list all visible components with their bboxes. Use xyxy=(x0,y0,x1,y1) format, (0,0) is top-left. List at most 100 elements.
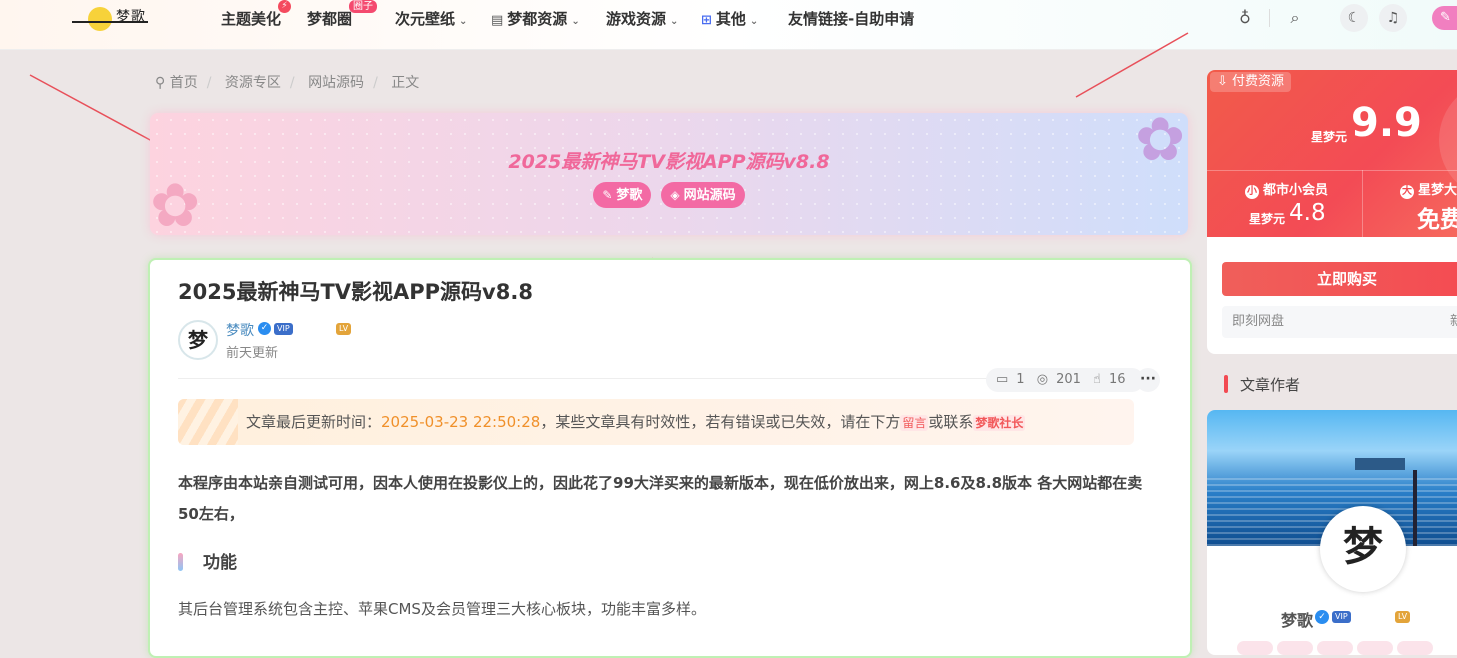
pay-header: ⇩ 付费资源 星梦元 9.9 小都市小会员 星梦元 4.8 大星梦大会员 免费 xyxy=(1207,70,1457,237)
disk-label: 即刻网盘 xyxy=(1232,314,1285,329)
vip2-label-text: 星梦大会员 xyxy=(1418,183,1457,198)
hero-tag-author[interactable]: ✎ 梦歌 xyxy=(593,182,652,208)
section-heading-text: 功能 xyxy=(203,553,237,573)
pay-card: ⇩ 付费资源 星梦元 9.9 小都市小会员 星梦元 4.8 大星梦大会员 免费 … xyxy=(1207,70,1457,354)
article-card: 2025最新神马TV影视APP源码v8.8 梦 梦歌 ✓ VIP LV 前天更新… xyxy=(148,258,1192,658)
price-unit: 星梦元 xyxy=(1311,130,1348,144)
update-notice: 文章最后更新时间：2025-03-23 22:50:28，某些文章具有时效性，若… xyxy=(178,399,1134,445)
nav-separator xyxy=(1269,9,1270,27)
article-stats: ▭ 1 ◎ 201 ☝ 16 xyxy=(986,368,1144,392)
search-icon[interactable]: ⌕ xyxy=(1285,8,1305,28)
hero-tag-label: 梦歌 xyxy=(616,188,643,203)
divider xyxy=(1207,170,1457,171)
nav-item-games[interactable]: 游戏资源 ⌄ xyxy=(606,8,678,29)
author-name[interactable]: 梦歌 xyxy=(1281,607,1313,631)
logo-text: 梦歌 xyxy=(116,9,146,25)
author-tags xyxy=(1237,640,1457,655)
vip2-price: 免费 xyxy=(1417,207,1457,233)
bell-icon[interactable]: ♫ xyxy=(1379,4,1407,32)
download-icon: ⇩ xyxy=(1217,74,1233,89)
nav-item-links[interactable]: 友情链接-自助申请 xyxy=(788,8,914,29)
medal-badge: LV xyxy=(336,323,352,335)
chevron-down-icon: ⌄ xyxy=(670,16,679,27)
vip1-unit: 星梦元 xyxy=(1249,212,1286,226)
site-logo[interactable]: 梦歌 xyxy=(72,3,152,35)
author-tag xyxy=(1357,641,1393,655)
comment-icon[interactable]: ▭ xyxy=(996,372,1008,387)
top-nav: 梦歌 主题美化 ⚡ 梦都圈 圈子 次元壁纸 ⌄ ▤ 梦都资源 ⌄ 游戏资源 ⌄ ⊞ 其他 ⌄… xyxy=(0,0,1457,50)
contact-link[interactable]: 梦歌社长 xyxy=(973,414,1026,431)
breadcrumb-sep: / xyxy=(206,75,212,91)
hero-tag-label: 网站源码 xyxy=(683,188,736,203)
breadcrumb: ⚲ 首页 / 资源专区 / 网站源码 / 正文 xyxy=(155,72,419,92)
article-paragraph: 本程序由本站亲自测试可用，因本人使用在投影仪上的，因此花了99大洋买来的最新版本… xyxy=(178,474,1143,523)
author-section-heading-text: 文章作者 xyxy=(1240,376,1301,394)
breadcrumb-zone[interactable]: 资源专区 xyxy=(225,75,281,91)
location-icon: ⚲ xyxy=(155,75,166,91)
breadcrumb-sep: / xyxy=(373,75,378,91)
comment-count: 1 xyxy=(1016,372,1025,387)
disk-row[interactable]: 即刻网盘 新 xyxy=(1222,306,1457,338)
more-icon[interactable]: ··· xyxy=(1136,368,1160,392)
note-icon: ✎ xyxy=(602,188,613,202)
nav-item-label: 游戏资源 xyxy=(606,10,667,28)
article-title: 2025最新神马TV影视APP源码v8.8 xyxy=(178,280,533,304)
logo-disc xyxy=(88,7,112,31)
hero-title: 2025最新神马TV影视APP源码v8.8 xyxy=(508,151,830,173)
disk-right-label: 新 xyxy=(1450,314,1457,329)
cover-sign xyxy=(1355,458,1405,470)
hero-tag-category[interactable]: ◈ 网站源码 xyxy=(661,182,745,208)
author-section-heading: 文章作者 xyxy=(1224,374,1300,395)
comment-link[interactable]: 留言 xyxy=(900,414,929,431)
buy-button[interactable]: 立即购买 xyxy=(1222,262,1457,296)
breadcrumb-category[interactable]: 网站源码 xyxy=(308,75,364,91)
avatar[interactable]: 梦 xyxy=(178,320,218,360)
author-avatar[interactable]: 梦 xyxy=(1320,506,1406,592)
author-tag xyxy=(1277,641,1313,655)
heading-bar xyxy=(178,553,183,571)
breadcrumb-home[interactable]: 首页 xyxy=(170,75,198,91)
author-tag xyxy=(1317,641,1353,655)
chevron-down-icon: ⌄ xyxy=(571,16,580,27)
eye-icon: ◎ xyxy=(1036,372,1049,387)
nav-item-label: 友情链接-自助申请 xyxy=(788,10,915,28)
author-tag xyxy=(1397,641,1433,655)
pen-icon[interactable]: ✎ xyxy=(1432,6,1457,30)
verified-icon: ✓ xyxy=(258,322,271,335)
moon-icon[interactable]: ☾ xyxy=(1340,4,1368,32)
chevron-down-icon: ⌄ xyxy=(749,16,759,27)
article-paragraph: 其后台管理系统包含主控、苹果CMS及会员管理三大核心板块，功能丰富多样。 xyxy=(178,600,706,618)
hero-dots xyxy=(150,113,1188,235)
grid-icon: ⊞ xyxy=(701,13,712,28)
view-count: 201 xyxy=(1056,372,1081,387)
heading-bar xyxy=(1224,375,1228,393)
circle-badge: 圈子 xyxy=(349,0,377,13)
nav-item-label: 主题美化 xyxy=(221,10,282,28)
notice-decoration xyxy=(178,399,238,445)
breadcrumb-sep: / xyxy=(289,75,295,91)
nav-item-wallpaper[interactable]: 次元壁纸 ⌄ xyxy=(395,8,467,29)
chevron-down-icon: ⌄ xyxy=(459,16,468,27)
nav-item-other[interactable]: ⊞ 其他 ⌄ xyxy=(701,8,758,29)
vip-big-icon: 大 xyxy=(1400,185,1414,199)
pay-badge-label: 付费资源 xyxy=(1232,74,1285,89)
vip-small-icon: 小 xyxy=(1245,185,1259,199)
bulb-icon[interactable]: ♁ xyxy=(1235,8,1255,28)
section-heading: 功能 xyxy=(178,548,237,573)
update-time: 前天更新 xyxy=(226,346,279,361)
nav-item-label: 次元壁纸 xyxy=(395,10,456,28)
vip1-price: 4.8 xyxy=(1289,200,1326,226)
vip2-label: 大星梦大会员 xyxy=(1400,179,1457,199)
nav-item-resources[interactable]: ▤ 梦都资源 ⌄ xyxy=(491,8,580,29)
notice-prefix: 文章最后更新时间： xyxy=(246,413,382,431)
tag-icon: ◈ xyxy=(670,188,680,202)
cover-pole xyxy=(1413,470,1417,546)
nav-item-circle[interactable]: 梦都圈 xyxy=(307,8,352,29)
nav-item-label: 梦都圈 xyxy=(307,10,353,28)
author-name[interactable]: 梦歌 xyxy=(226,320,254,340)
nav-item-theme[interactable]: 主题美化 xyxy=(221,8,281,29)
notice-time: 2025-03-23 22:50:28 xyxy=(381,413,541,431)
like-count: 16 xyxy=(1108,372,1126,387)
divider xyxy=(1362,170,1363,237)
thumb-up-icon[interactable]: ☝ xyxy=(1093,372,1101,387)
